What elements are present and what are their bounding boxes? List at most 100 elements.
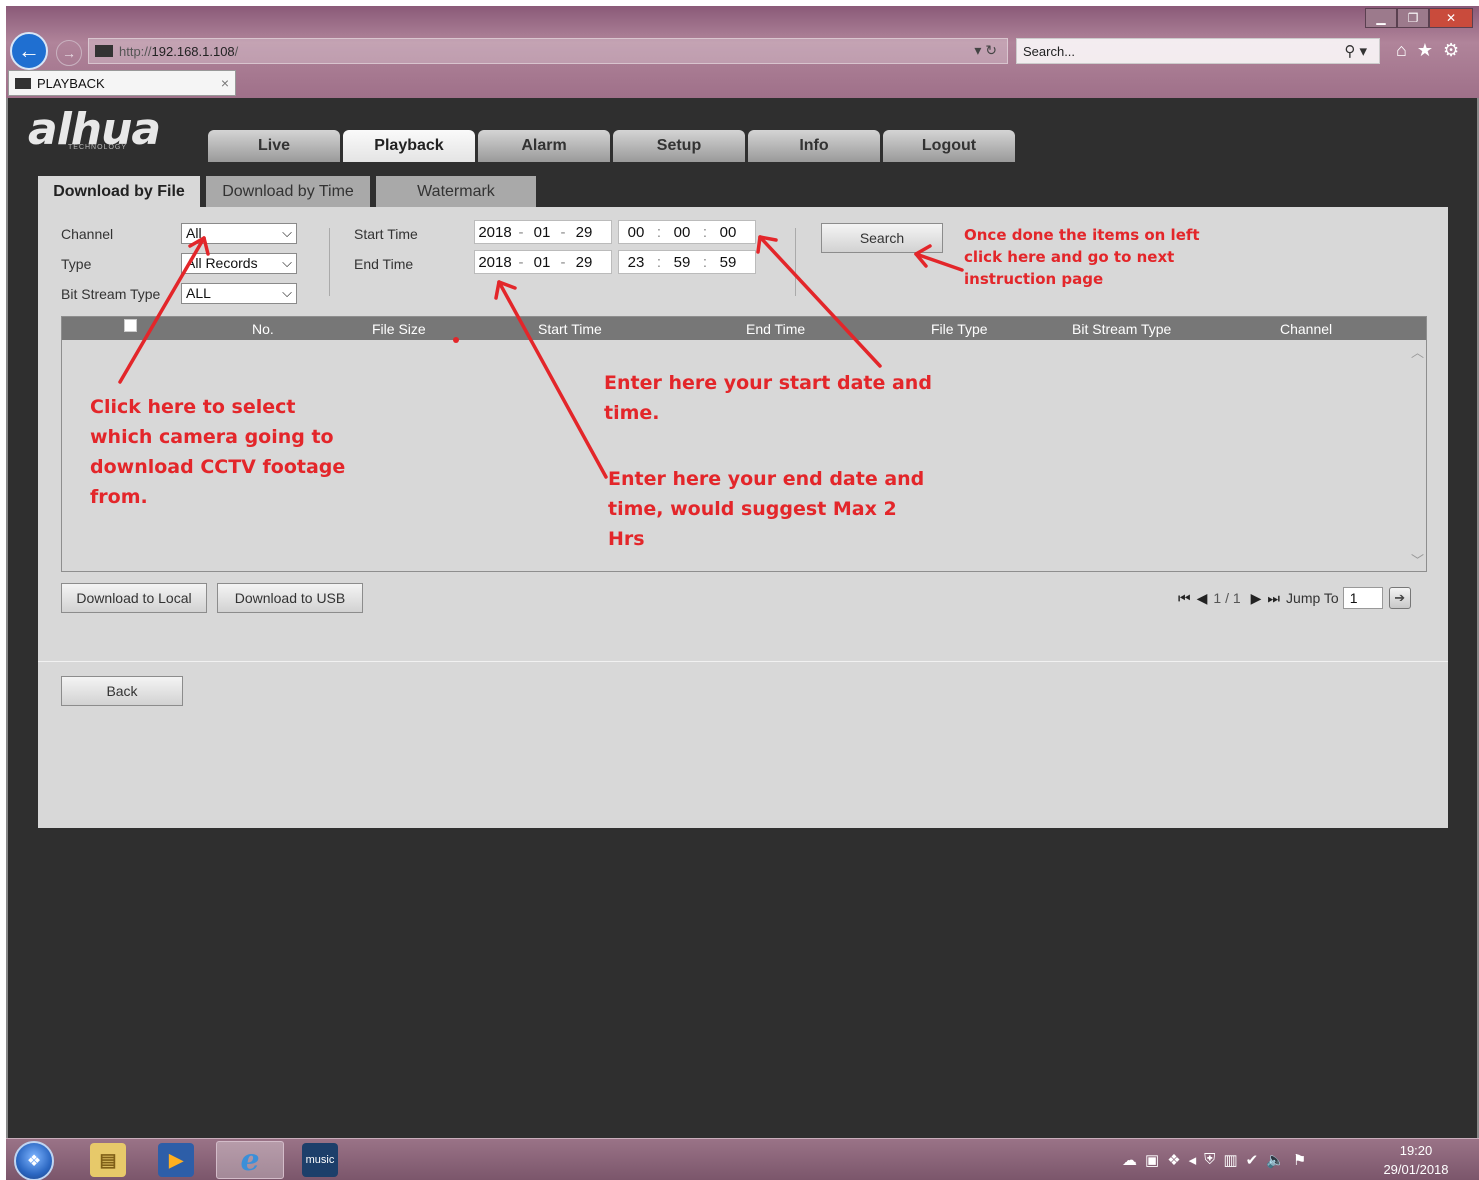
tab-playback[interactable]: Playback [343, 130, 475, 162]
url-host: 192.168.1.108 [151, 43, 235, 59]
search-button[interactable]: Search [821, 223, 943, 253]
gear-icon[interactable]: ⚙ [1443, 40, 1459, 61]
go-arrow-icon[interactable]: ➔ [1388, 587, 1411, 609]
amazon-music-icon[interactable]: music [302, 1143, 338, 1177]
sub-nav: Download by File Download by Time Waterm… [38, 176, 542, 207]
window-controls: ▁ ❐ ✕ [1365, 8, 1473, 28]
start-time-label: Start Time [354, 226, 418, 242]
end-hour: 23 [627, 253, 645, 271]
start-second: 00 [719, 223, 737, 241]
subtab-watermark[interactable]: Watermark [376, 176, 536, 207]
chevron-down-icon: ⌵ [282, 285, 292, 300]
media-player-icon[interactable]: ▶ [158, 1143, 194, 1177]
next-page-icon[interactable]: ▶ [1251, 590, 1262, 607]
tab-live[interactable]: Live [208, 130, 340, 162]
system-tray: ☁ ▣ ❖ ◂ ⛨ ▥ ✔ 🔈 ⚑ [1122, 1151, 1306, 1169]
col-no: No. [252, 321, 274, 337]
start-time-annotation: Enter here your start date and time. [604, 372, 932, 424]
bitstream-select[interactable]: ALL ⌵ [181, 283, 297, 304]
table-scrollbar[interactable]: ︿ ﹀ [1408, 340, 1426, 571]
type-label: Type [61, 256, 92, 272]
internet-explorer-icon[interactable]: e [232, 1143, 268, 1178]
tab-logout[interactable]: Logout [883, 130, 1015, 162]
tab-site-icon [15, 77, 31, 89]
star-icon[interactable]: ★ [1417, 40, 1433, 61]
minimize-icon[interactable]: ▁ [1365, 8, 1397, 28]
select-all-checkbox[interactable] [124, 319, 137, 332]
flag-icon[interactable]: ⚑ [1293, 1151, 1306, 1169]
windows-start-icon[interactable]: ❖ [14, 1141, 54, 1180]
start-date-input[interactable]: 2018 - 01 - 29 [474, 220, 612, 244]
prev-page-icon[interactable]: ◀ [1197, 590, 1208, 607]
first-page-icon[interactable]: ⏮ [1178, 590, 1191, 607]
end-month: 01 [533, 253, 551, 271]
file-explorer-icon[interactable]: ▤ [90, 1143, 126, 1177]
cloud-icon[interactable]: ☁ [1122, 1151, 1137, 1169]
end-minute: 59 [673, 253, 691, 271]
site-icon [95, 45, 113, 57]
back-arrow-icon[interactable]: ← [10, 32, 48, 70]
jump-to-input[interactable]: 1 [1342, 587, 1383, 609]
chevron-down-icon: ⌵ [282, 255, 292, 270]
end-time-label: End Time [354, 256, 414, 272]
close-window-icon[interactable]: ✕ [1429, 8, 1473, 28]
tab-setup[interactable]: Setup [613, 130, 745, 162]
volume-icon[interactable]: 🔈 [1266, 1151, 1285, 1169]
monitor-icon[interactable]: ▣ [1145, 1151, 1159, 1169]
col-channel: Channel [1280, 321, 1333, 337]
col-file-type: File Type [931, 321, 988, 337]
end-time-input[interactable]: 23 : 59 : 59 [618, 250, 756, 274]
search-icon[interactable]: ⚲ ▾ [1344, 42, 1367, 60]
subtab-download-by-time[interactable]: Download by Time [206, 176, 370, 207]
check-icon[interactable]: ✔ [1246, 1151, 1259, 1169]
browser-toolbar: ⌂ ★ ⚙ [1396, 40, 1459, 61]
tab-alarm[interactable]: Alarm [478, 130, 610, 162]
end-date-input[interactable]: 2018 - 01 - 29 [474, 250, 612, 274]
taskbar-clock[interactable]: 19:20 29/01/2018 [1376, 1141, 1456, 1179]
clock-time: 19:20 [1399, 1143, 1433, 1158]
dropbox-icon[interactable]: ❖ [1167, 1151, 1180, 1169]
tab-info[interactable]: Info [748, 130, 880, 162]
col-bitstream-type: Bit Stream Type [1072, 321, 1172, 337]
end-second: 59 [719, 253, 737, 271]
windows-taskbar: ❖ ▤ ▶ e music ☁ ▣ ❖ ◂ ⛨ ▥ ✔ 🔈 ⚑ 19:20 29… [6, 1138, 1479, 1180]
search-placeholder: Search... [1023, 44, 1076, 59]
type-select[interactable]: All Records ⌵ [181, 253, 297, 274]
type-value: All Records [186, 255, 258, 271]
bitstream-value: ALL [186, 285, 211, 301]
download-to-local-button[interactable]: Download to Local [61, 583, 207, 613]
home-icon[interactable]: ⌂ [1396, 40, 1407, 61]
shield-icon[interactable]: ⛨ [1204, 1151, 1215, 1169]
browser-chrome: ▁ ❐ ✕ ← → http:// 192.168.1.108 / ▾ ↻ Se… [6, 6, 1479, 98]
tab-close-icon[interactable]: × [221, 75, 229, 91]
start-hour: 00 [627, 223, 645, 241]
table-header: No. File Size Start Time End Time File T… [62, 317, 1426, 340]
download-to-usb-button[interactable]: Download to USB [217, 583, 363, 613]
last-page-icon[interactable]: ⏭ [1267, 590, 1280, 607]
refresh-icon[interactable]: ▾ ↻ [974, 42, 997, 59]
divider [329, 228, 330, 296]
logo-subtitle: TECHNOLOGY [68, 144, 128, 151]
col-end-time: End Time [746, 321, 806, 337]
jump-to-label: Jump To [1286, 590, 1339, 606]
channel-select[interactable]: All ⌵ [181, 223, 297, 244]
network-icon[interactable]: ▥ [1223, 1151, 1237, 1169]
start-minute: 00 [673, 223, 691, 241]
chevron-down-icon[interactable]: ﹀ [1411, 550, 1424, 569]
start-time-input[interactable]: 00 : 00 : 00 [618, 220, 756, 244]
browser-search-input[interactable]: Search... ⚲ ▾ [1016, 38, 1380, 64]
subtab-download-by-file[interactable]: Download by File [38, 176, 200, 207]
url-suffix: / [234, 43, 239, 59]
start-year: 2018 [478, 223, 512, 241]
divider [38, 661, 1448, 662]
arrow-left-icon[interactable]: ◂ [1189, 1151, 1197, 1169]
bitstream-label: Bit Stream Type [61, 286, 161, 302]
browser-tab[interactable]: PLAYBACK × [8, 70, 236, 96]
page-indicator: 1 / 1 [1213, 590, 1241, 606]
restore-icon[interactable]: ❐ [1397, 8, 1429, 28]
url-protocol: http:// [119, 43, 152, 59]
forward-arrow-icon[interactable]: → [56, 40, 82, 66]
back-button[interactable]: Back [61, 676, 183, 706]
chevron-up-icon[interactable]: ︿ [1411, 342, 1424, 361]
address-bar[interactable]: http:// 192.168.1.108 / ▾ ↻ [88, 38, 1008, 64]
